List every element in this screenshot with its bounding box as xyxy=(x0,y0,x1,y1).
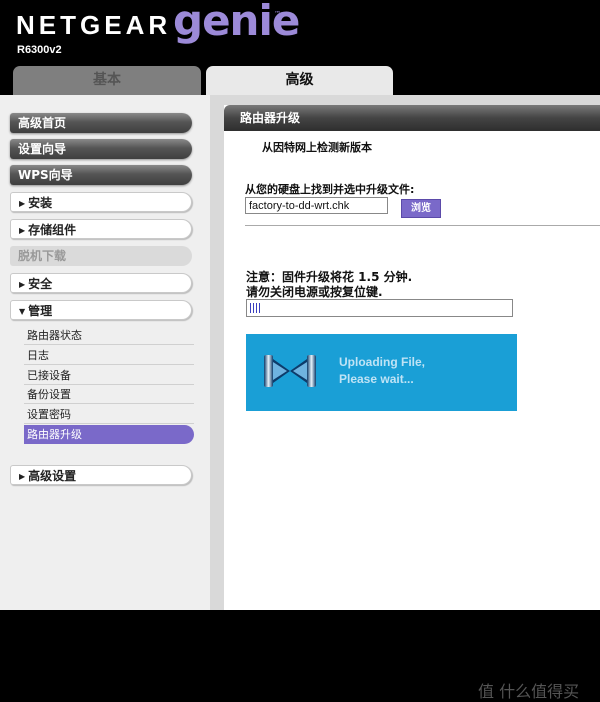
sidebar-subitem-router-update[interactable]: 路由器升级 xyxy=(24,425,194,444)
sidebar-subitem-backup-settings[interactable]: 备份设置 xyxy=(24,385,194,404)
expand-arrow-icon: ▶ xyxy=(19,280,26,289)
router-model: R6300v2 xyxy=(17,44,62,56)
collapse-arrow-icon: ▼ xyxy=(19,307,26,316)
sidebar-item-advanced-setup[interactable]: ▶ 高级设置 xyxy=(10,465,192,485)
check-online-link[interactable]: 从因特网上检测新版本 xyxy=(262,139,372,155)
sidebar-item-label: 安装 xyxy=(28,196,53,210)
expand-arrow-icon: ▶ xyxy=(19,472,26,481)
upload-status-line-1: Uploading File, xyxy=(339,355,425,369)
sidebar-item-label: 高级设置 xyxy=(28,469,77,483)
sidebar-item-label: 存储组件 xyxy=(28,223,77,237)
sidebar-item-label: 安全 xyxy=(28,277,53,291)
watermark: 值 什么值得买 xyxy=(478,682,580,701)
expand-arrow-icon: ▶ xyxy=(19,226,26,235)
content-panel: 路由器升级 从因特网上检测新版本 从您的硬盘上找到并选中升级文件: factor… xyxy=(224,105,600,610)
sidebar: 高级首页 设置向导 WPS向导 ▶ 安装 ▶ 存储组件 脱机下载 ▶ 安全 ▼ 管理 路… xyxy=(0,95,210,610)
tab-basic[interactable]: 基本 xyxy=(13,66,201,95)
file-path-input[interactable]: factory-to-dd-wrt.chk xyxy=(245,197,388,214)
upload-status-line-2: Please wait... xyxy=(339,372,414,386)
netgear-logo: NETGEAR xyxy=(16,10,172,40)
sidebar-subitem-set-password[interactable]: 设置密码 xyxy=(24,405,194,424)
tab-advanced[interactable]: 高级 xyxy=(206,66,393,95)
sidebar-subitem-attached-devices[interactable]: 已接设备 xyxy=(24,366,194,385)
sidebar-item-usb-storage[interactable]: ▶ 存储组件 xyxy=(10,219,192,239)
sidebar-item-security[interactable]: ▶ 安全 xyxy=(10,273,192,293)
upload-hourglass-icon xyxy=(264,355,316,387)
sidebar-subitem-logs[interactable]: 日志 xyxy=(24,346,194,365)
sidebar-item-wizard[interactable]: 设置向导 xyxy=(10,139,192,159)
divider xyxy=(245,225,600,226)
upload-progress-fill xyxy=(250,303,260,313)
sidebar-item-offline-download: 脱机下载 xyxy=(10,246,192,266)
sidebar-item-admin[interactable]: ▼ 管理 xyxy=(10,300,192,320)
upload-status-panel: Uploading File, Please wait... xyxy=(246,334,517,411)
sidebar-item-home[interactable]: 高级首页 xyxy=(10,113,192,133)
sidebar-item-setup[interactable]: ▶ 安装 xyxy=(10,192,192,212)
notice-line-2: 请勿关闭电源或按复位键. xyxy=(246,285,383,299)
locate-file-label: 从您的硬盘上找到并选中升级文件: xyxy=(245,183,415,196)
main-area: 高级首页 设置向导 WPS向导 ▶ 安装 ▶ 存储组件 脱机下载 ▶ 安全 ▼ 管理 路… xyxy=(0,95,600,701)
browse-button[interactable]: 浏览 xyxy=(401,199,441,218)
sidebar-item-wps[interactable]: WPS向导 xyxy=(10,165,192,185)
sidebar-item-label: 管理 xyxy=(28,304,53,318)
trademark-mark: ™ xyxy=(274,10,281,18)
page-title: 路由器升级 xyxy=(224,105,600,131)
genie-logo: genie xyxy=(173,0,300,45)
sidebar-subitem-router-status[interactable]: 路由器状态 xyxy=(24,326,194,345)
upload-progress-bar xyxy=(246,299,513,317)
expand-arrow-icon: ▶ xyxy=(19,199,26,208)
app-header: NETGEAR genie ™ R6300v2 基本 高级 xyxy=(0,0,600,95)
